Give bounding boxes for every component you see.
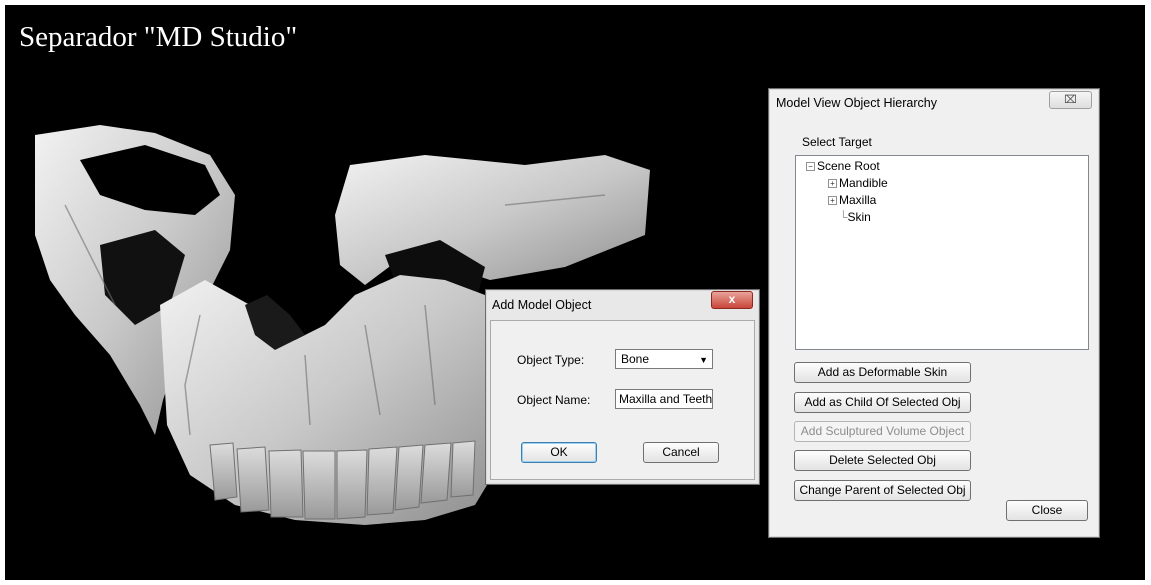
object-tree[interactable]: − Scene Root + Mandible + Maxilla └Skin [795, 155, 1089, 350]
add-object-dialog-title: Add Model Object [492, 298, 592, 312]
delete-selected-button[interactable]: Delete Selected Obj [794, 450, 971, 471]
add-model-object-dialog: Add Model Object x Object Type: Bone ▼ O… [485, 289, 760, 485]
object-hierarchy-dialog: Model View Object Hierarchy ⌧ Select Tar… [768, 88, 1100, 538]
collapse-icon[interactable]: − [806, 162, 815, 172]
tree-node-scene-root[interactable]: − Scene Root [806, 159, 880, 173]
close-button[interactable]: Close [1006, 500, 1088, 521]
change-parent-button[interactable]: Change Parent of Selected Obj [794, 480, 971, 501]
object-type-label: Object Type: [517, 353, 585, 367]
object-name-label: Object Name: [517, 393, 591, 407]
expand-icon[interactable]: + [828, 196, 837, 206]
close-icon[interactable]: x [711, 291, 753, 309]
object-name-input[interactable]: Maxilla and Teeth [615, 389, 713, 409]
select-target-label: Select Target [802, 135, 872, 149]
ok-button[interactable]: OK [521, 442, 597, 463]
cancel-button[interactable]: Cancel [643, 442, 719, 463]
add-sculptured-volume-button[interactable]: Add Sculptured Volume Object [794, 421, 971, 442]
tree-node-mandible[interactable]: + Mandible [828, 176, 888, 190]
close-icon[interactable]: ⌧ [1049, 91, 1092, 109]
expand-icon[interactable]: + [828, 179, 837, 189]
dropdown-arrow-icon[interactable]: ▼ [699, 351, 708, 369]
add-child-button[interactable]: Add as Child Of Selected Obj [794, 392, 971, 413]
add-object-dialog-body: Object Type: Bone ▼ Object Name: Maxilla… [490, 320, 755, 480]
tree-node-maxilla[interactable]: + Maxilla [828, 193, 876, 207]
hierarchy-dialog-title: Model View Object Hierarchy [776, 96, 937, 110]
tree-node-skin[interactable]: └Skin [839, 210, 871, 224]
slide-canvas: Separador "MD Studio" Model View Object … [5, 5, 1145, 580]
add-deformable-skin-button[interactable]: Add as Deformable Skin [794, 362, 971, 383]
tree-connector-icon: └ [839, 210, 848, 224]
object-type-select[interactable]: Bone ▼ [615, 349, 713, 369]
